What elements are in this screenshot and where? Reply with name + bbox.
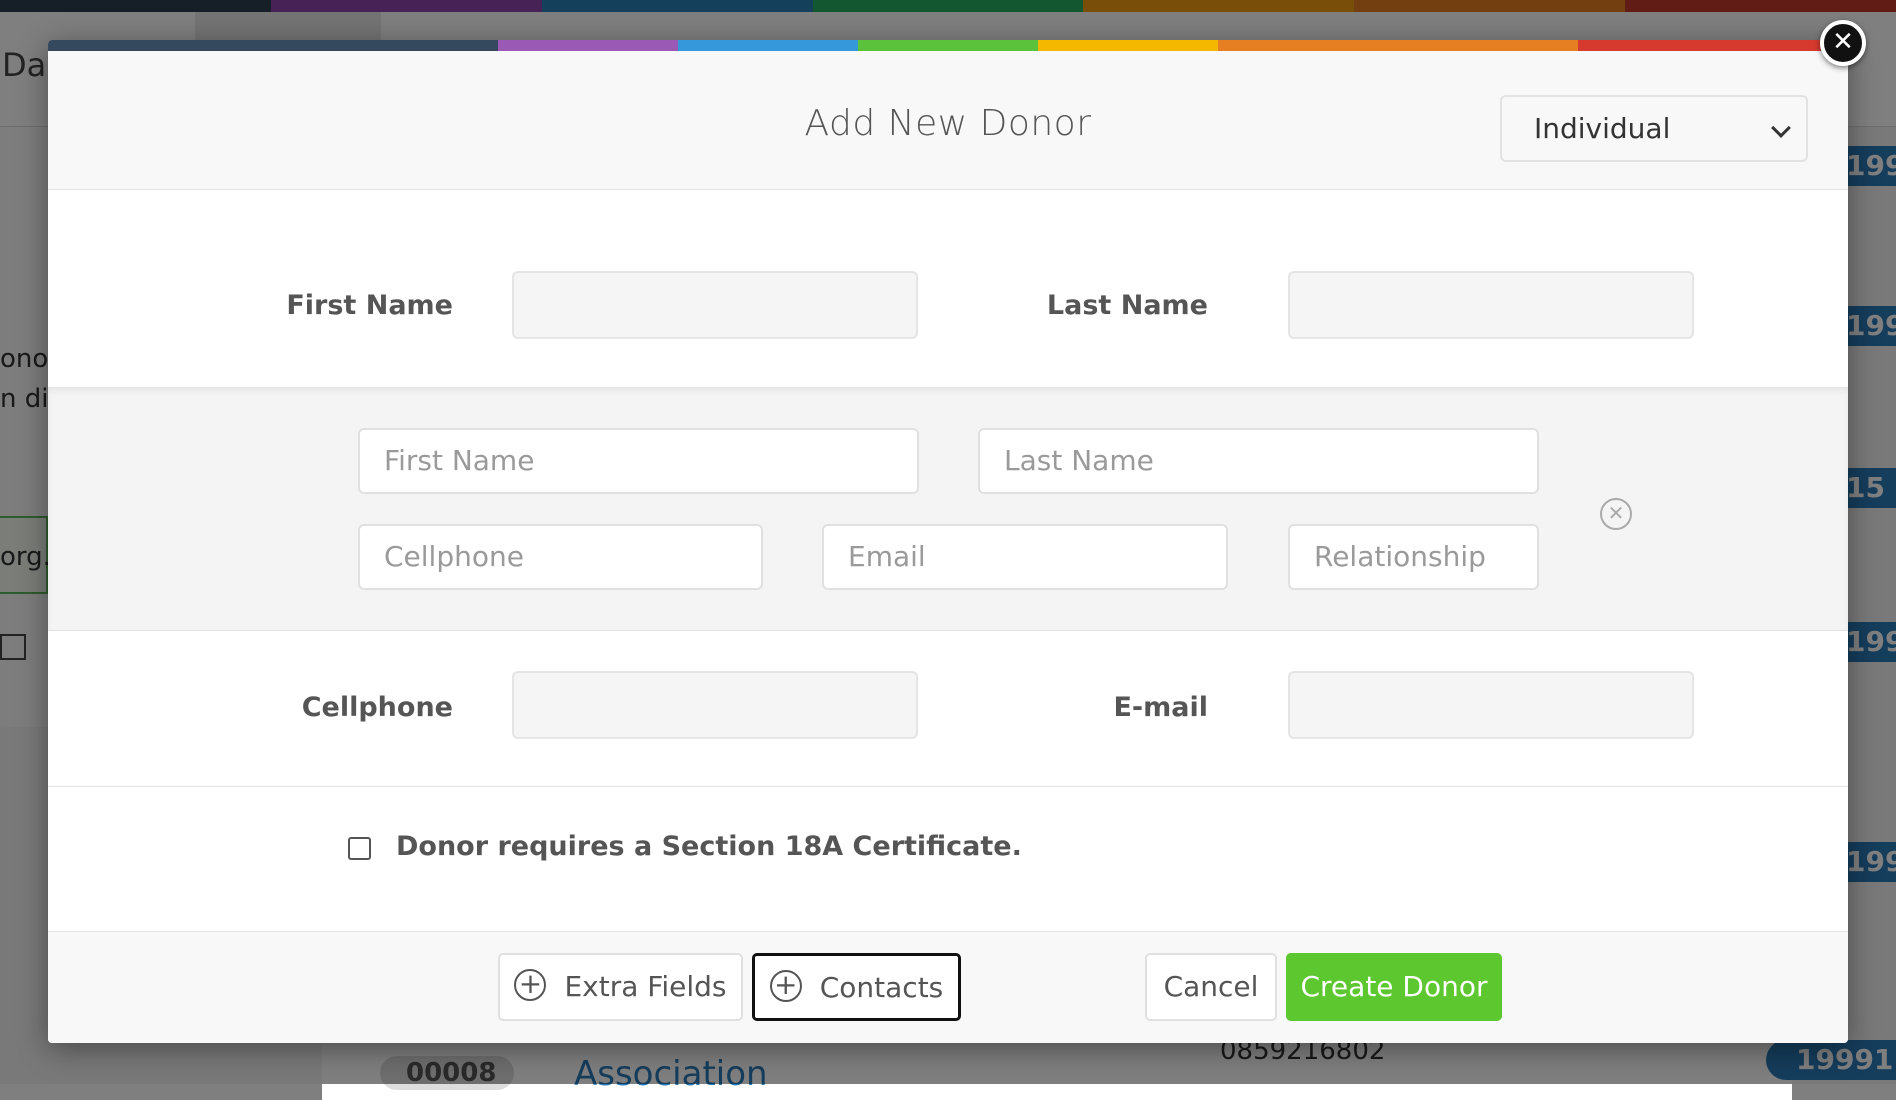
first-name-label: First Name	[286, 290, 453, 321]
strip-segment	[858, 40, 1038, 51]
strip-segment	[48, 40, 498, 51]
add-donor-modal: Add New Donor Individual First Name Last…	[48, 40, 1848, 1043]
donor-type-value: Individual	[1534, 112, 1671, 145]
chevron-down-icon	[1771, 118, 1791, 138]
plus-circle-icon: +	[769, 970, 802, 1002]
contact-cellphone-input[interactable]: Cellphone	[358, 524, 763, 590]
contact-first-name-input[interactable]: First Name	[358, 428, 919, 494]
contacts-button[interactable]: + Contacts	[752, 953, 961, 1021]
create-donor-button[interactable]: Create Donor	[1286, 953, 1502, 1021]
extra-fields-label: Extra Fields	[564, 970, 727, 1003]
last-name-input[interactable]	[1288, 271, 1694, 339]
section-18a-label[interactable]: Donor requires a Section 18A Certificate…	[396, 831, 1022, 862]
contact-email-input[interactable]: Email	[822, 524, 1228, 590]
last-name-label: Last Name	[1046, 290, 1208, 321]
modal-footer: + Extra Fields + Contacts Cancel Create Do…	[48, 932, 1848, 1043]
name-row: First Name Last Name	[48, 190, 1848, 387]
contact-person-block: First Name Last Name Cellphone Email Rel…	[48, 387, 1848, 631]
email-input[interactable]	[1288, 671, 1694, 739]
close-icon[interactable]: ✕	[1820, 20, 1866, 66]
strip-segment	[1038, 40, 1218, 51]
remove-contact-icon[interactable]: ✕	[1600, 498, 1632, 530]
plus-circle-icon: +	[514, 969, 547, 1001]
certificate-row: Donor requires a Section 18A Certificate…	[48, 787, 1848, 932]
cellphone-input[interactable]	[512, 671, 918, 739]
donor-type-select[interactable]: Individual	[1500, 95, 1808, 162]
contact-row: Cellphone E-mail	[48, 631, 1848, 787]
extra-fields-button[interactable]: + Extra Fields	[498, 953, 743, 1021]
cellphone-label: Cellphone	[301, 692, 453, 723]
strip-segment	[1578, 40, 1848, 51]
strip-segment	[678, 40, 858, 51]
section-18a-checkbox[interactable]	[348, 837, 371, 860]
email-label: E-mail	[1113, 692, 1208, 723]
modal-header: Add New Donor Individual	[48, 51, 1848, 190]
contacts-label: Contacts	[819, 971, 944, 1004]
cancel-button[interactable]: Cancel	[1145, 953, 1277, 1021]
strip-segment	[1218, 40, 1578, 51]
first-name-input[interactable]	[512, 271, 918, 339]
strip-segment	[498, 40, 678, 51]
contact-relationship-input[interactable]: Relationship	[1288, 524, 1539, 590]
modal-color-strip	[48, 40, 1848, 51]
contact-last-name-input[interactable]: Last Name	[978, 428, 1539, 494]
